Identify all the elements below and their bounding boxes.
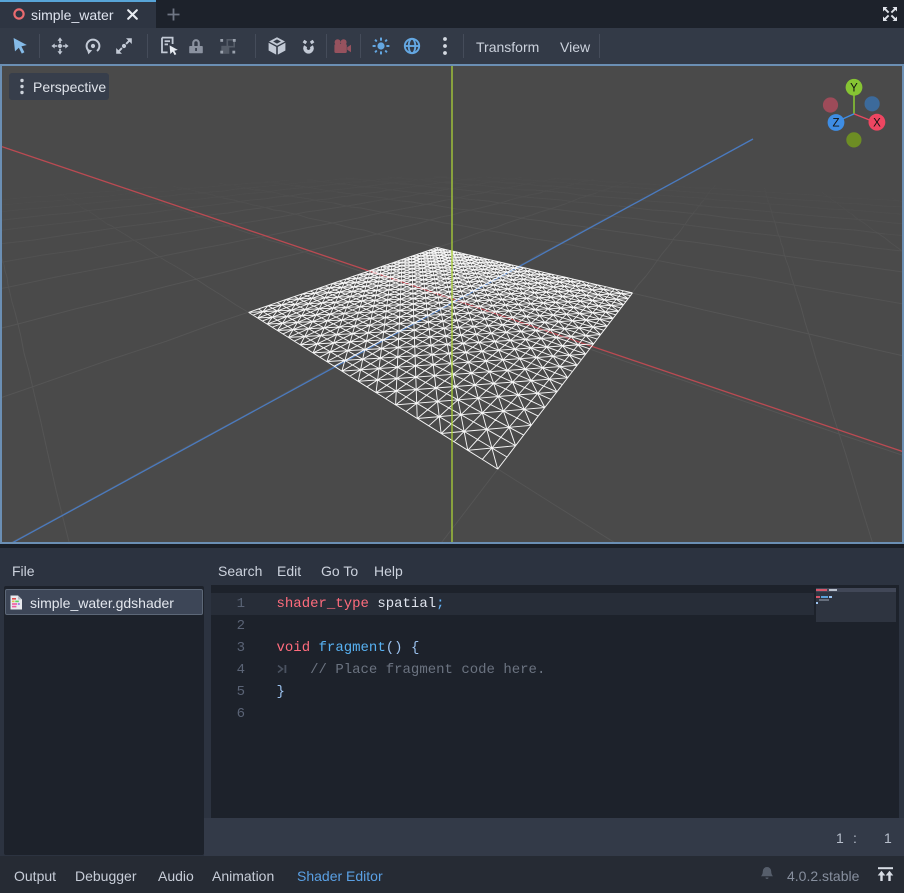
svg-text:Y: Y [850, 83, 858, 95]
svg-text:X: X [873, 117, 881, 129]
svg-text:Z: Z [832, 118, 839, 130]
